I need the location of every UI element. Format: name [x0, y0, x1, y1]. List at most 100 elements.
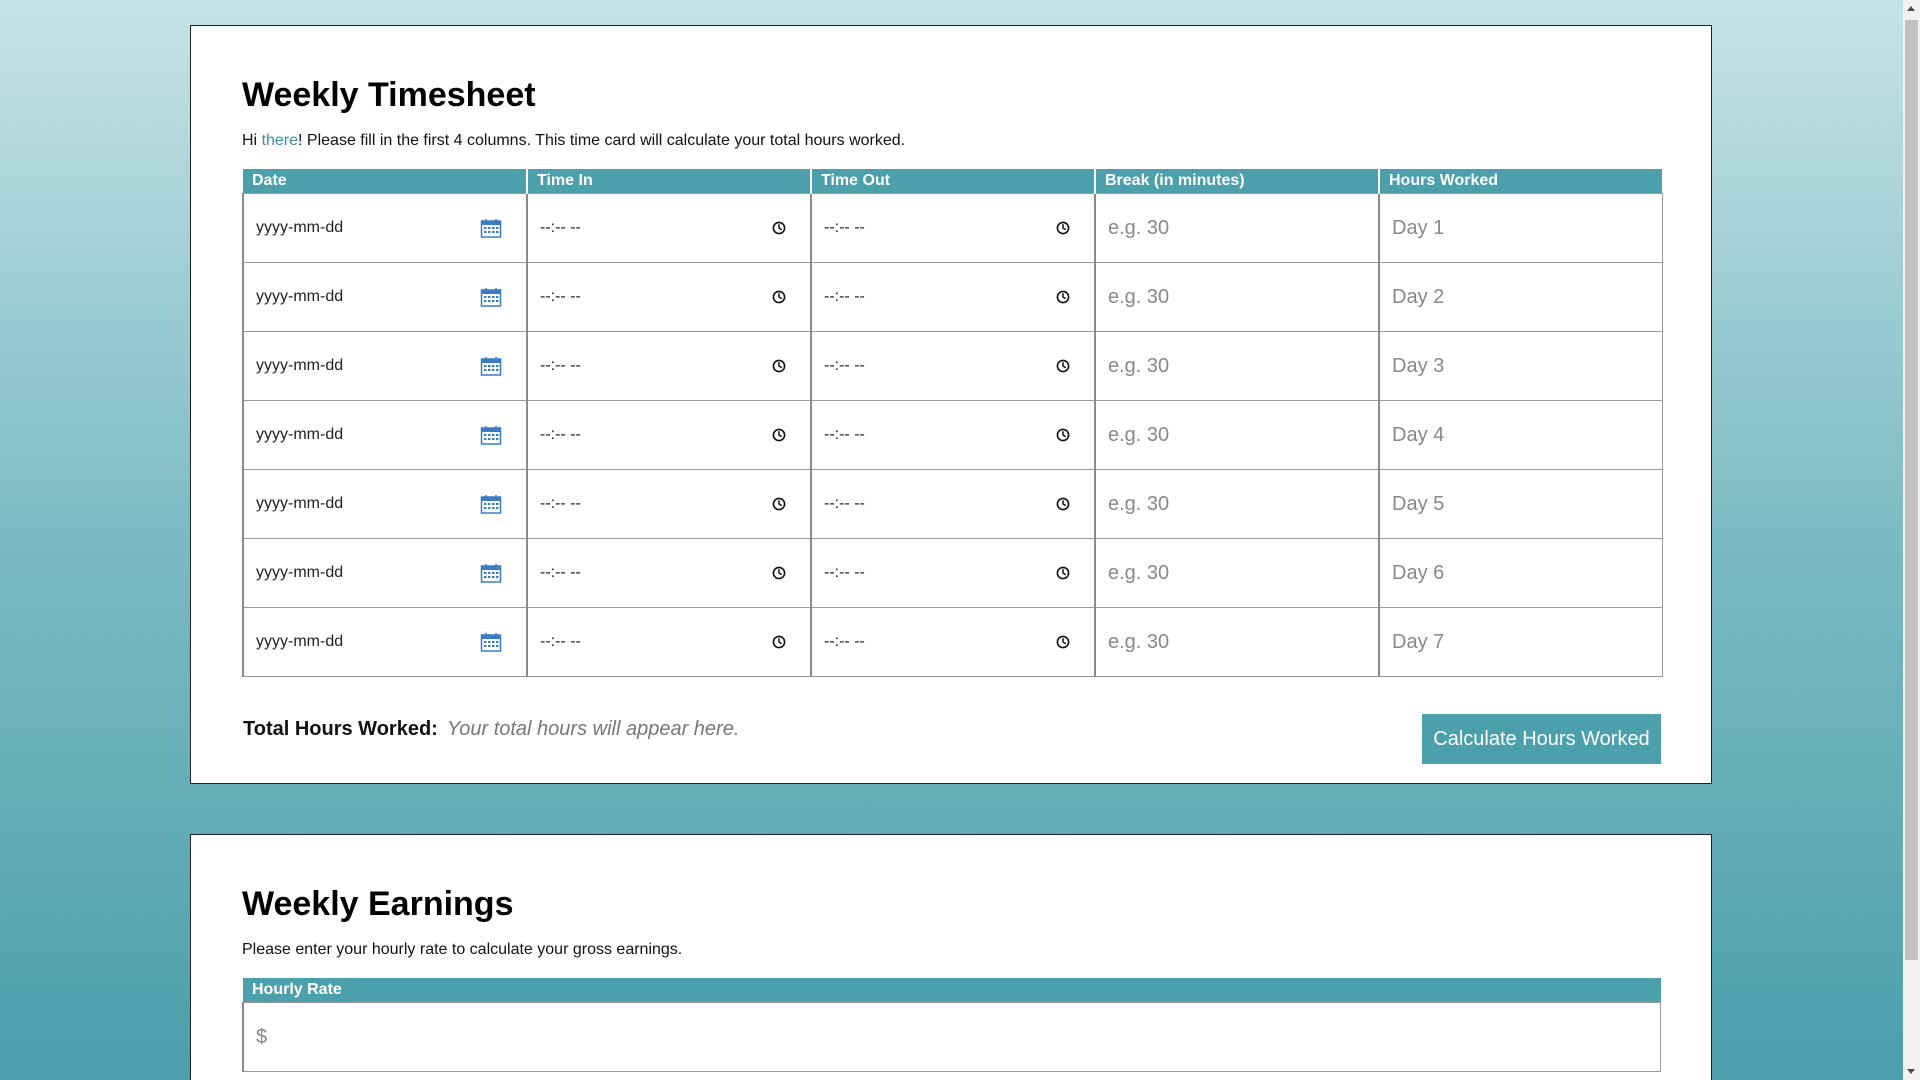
table-row: yyyy-mm-dd --:-- -- --:-- -- e.g. 30 Day 7 — [242, 607, 1663, 677]
break-minutes-input[interactable]: e.g. 30 — [1096, 539, 1378, 607]
break-minutes-input[interactable]: e.g. 30 — [1096, 608, 1378, 676]
time-in-cell: --:-- -- — [526, 607, 812, 677]
earnings-title: Weekly Earnings — [242, 885, 514, 923]
clock-icon[interactable] — [1056, 566, 1070, 580]
break-cell: e.g. 30 — [1094, 193, 1380, 263]
date-cell: yyyy-mm-dd — [242, 469, 528, 539]
date-cell: yyyy-mm-dd — [242, 262, 528, 332]
time-in-cell: --:-- -- — [526, 262, 812, 332]
page-scrollbar[interactable] — [1903, 0, 1920, 1080]
break-placeholder: e.g. 30 — [1108, 216, 1170, 239]
hours-worked-output: Day 1 — [1380, 194, 1662, 262]
time-out-value: --:-- -- — [824, 288, 865, 305]
time-in-cell: --:-- -- — [526, 331, 812, 401]
date-input[interactable]: yyyy-mm-dd — [244, 470, 526, 538]
date-input[interactable]: yyyy-mm-dd — [244, 608, 526, 676]
hours-worked-placeholder: Day 7 — [1392, 630, 1445, 653]
date-cell: yyyy-mm-dd — [242, 538, 528, 608]
calculate-hours-button[interactable]: Calculate Hours Worked — [1422, 714, 1661, 764]
time-in-input[interactable]: --:-- -- — [528, 332, 810, 400]
clock-icon[interactable] — [1056, 359, 1070, 373]
break-minutes-input[interactable]: e.g. 30 — [1096, 470, 1378, 538]
time-in-input[interactable]: --:-- -- — [528, 470, 810, 538]
time-out-input[interactable]: --:-- -- — [812, 401, 1094, 469]
time-in-value: --:-- -- — [540, 564, 581, 581]
clock-icon[interactable] — [1056, 497, 1070, 511]
hours-worked-output: Day 7 — [1380, 608, 1662, 676]
clock-icon[interactable] — [772, 290, 786, 304]
calendar-icon[interactable] — [480, 494, 502, 514]
calendar-icon[interactable] — [480, 632, 502, 652]
clock-icon[interactable] — [1056, 428, 1070, 442]
time-out-input[interactable]: --:-- -- — [812, 263, 1094, 331]
time-in-input[interactable]: --:-- -- — [528, 539, 810, 607]
break-minutes-input[interactable]: e.g. 30 — [1096, 263, 1378, 331]
hourly-rate-cell: $ — [242, 1002, 1661, 1072]
hours-worked-cell: Day 5 — [1378, 469, 1663, 539]
intro-name-link[interactable]: there — [262, 132, 298, 149]
calendar-icon[interactable] — [480, 218, 502, 238]
clock-icon[interactable] — [1056, 290, 1070, 304]
hours-worked-placeholder: Day 5 — [1392, 492, 1445, 515]
date-input[interactable]: yyyy-mm-dd — [244, 194, 526, 262]
time-in-cell: --:-- -- — [526, 400, 812, 470]
hours-worked-placeholder: Day 1 — [1392, 216, 1445, 239]
break-placeholder: e.g. 30 — [1108, 285, 1170, 308]
break-cell: e.g. 30 — [1094, 400, 1380, 470]
scroll-down-arrow-icon[interactable] — [1907, 1069, 1915, 1074]
intro-prefix: Hi — [242, 132, 262, 149]
calendar-icon[interactable] — [480, 425, 502, 445]
table-row: yyyy-mm-dd --:-- -- --:-- -- e.g. 30 Day 3 — [242, 331, 1663, 401]
time-in-input[interactable]: --:-- -- — [528, 608, 810, 676]
time-in-input[interactable]: --:-- -- — [528, 263, 810, 331]
clock-icon[interactable] — [772, 428, 786, 442]
clock-icon[interactable] — [1056, 635, 1070, 649]
date-cell: yyyy-mm-dd — [242, 331, 528, 401]
clock-icon[interactable] — [772, 359, 786, 373]
clock-icon[interactable] — [772, 497, 786, 511]
time-out-input[interactable]: --:-- -- — [812, 194, 1094, 262]
break-minutes-input[interactable]: e.g. 30 — [1096, 401, 1378, 469]
scroll-up-arrow-icon[interactable] — [1907, 6, 1915, 11]
break-cell: e.g. 30 — [1094, 607, 1380, 677]
scrollbar-thumb[interactable] — [1905, 20, 1918, 960]
clock-icon[interactable] — [772, 221, 786, 235]
time-in-cell: --:-- -- — [526, 469, 812, 539]
table-row: yyyy-mm-dd --:-- -- --:-- -- e.g. 30 Day 5 — [242, 469, 1663, 539]
calendar-icon[interactable] — [480, 356, 502, 376]
clock-icon[interactable] — [772, 635, 786, 649]
time-in-input[interactable]: --:-- -- — [528, 401, 810, 469]
clock-icon[interactable] — [772, 566, 786, 580]
date-input[interactable]: yyyy-mm-dd — [244, 539, 526, 607]
time-out-input[interactable]: --:-- -- — [812, 470, 1094, 538]
break-minutes-input[interactable]: e.g. 30 — [1096, 332, 1378, 400]
table-row: yyyy-mm-dd --:-- -- --:-- -- e.g. 30 Day 6 — [242, 538, 1663, 608]
hours-worked-output: Day 3 — [1380, 332, 1662, 400]
date-input-value: yyyy-mm-dd — [256, 219, 344, 236]
time-out-input[interactable]: --:-- -- — [812, 332, 1094, 400]
earnings-header-row: Hourly Rate — [243, 978, 1661, 1003]
break-cell: e.g. 30 — [1094, 262, 1380, 332]
hourly-rate-input[interactable]: $ — [244, 1003, 1660, 1071]
earnings-content: Weekly Earnings Please enter your hourly… — [242, 835, 1661, 1080]
hours-worked-placeholder: Day 3 — [1392, 354, 1445, 377]
time-out-input[interactable]: --:-- -- — [812, 608, 1094, 676]
hours-worked-output: Day 5 — [1380, 470, 1662, 538]
date-input[interactable]: yyyy-mm-dd — [244, 401, 526, 469]
calendar-icon[interactable] — [480, 563, 502, 583]
break-minutes-input[interactable]: e.g. 30 — [1096, 194, 1378, 262]
date-input[interactable]: yyyy-mm-dd — [244, 332, 526, 400]
column-header-break: Break (in minutes) — [1094, 169, 1379, 194]
date-input-value: yyyy-mm-dd — [256, 357, 344, 374]
time-out-input[interactable]: --:-- -- — [812, 539, 1094, 607]
earnings-table: Hourly Rate $ — [242, 978, 1661, 1072]
break-placeholder: e.g. 30 — [1108, 561, 1170, 584]
timesheet-table: Date Time In Time Out Break (in minutes)… — [242, 169, 1663, 677]
time-in-input[interactable]: --:-- -- — [528, 194, 810, 262]
break-cell: e.g. 30 — [1094, 469, 1380, 539]
calendar-icon[interactable] — [480, 287, 502, 307]
total-hours-label: Total Hours Worked: — [243, 718, 438, 740]
date-input[interactable]: yyyy-mm-dd — [244, 263, 526, 331]
hours-worked-cell: Day 2 — [1378, 262, 1663, 332]
clock-icon[interactable] — [1056, 221, 1070, 235]
